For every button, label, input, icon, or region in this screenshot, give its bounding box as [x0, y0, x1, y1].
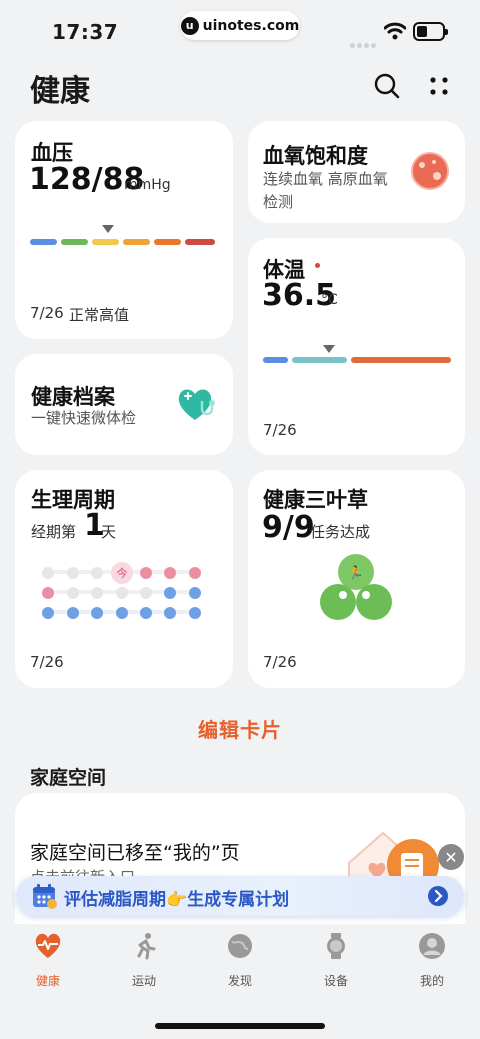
site-logo-icon: u [180, 16, 199, 35]
edit-cards-link[interactable]: 编辑卡片 [0, 714, 480, 743]
period-prefix: 经期第 [31, 523, 77, 541]
calendar-dot [140, 587, 152, 599]
blood-pressure-range-bar [30, 239, 215, 245]
tab-exercise[interactable]: 运动 [114, 932, 174, 989]
clover-value: 9/9 [262, 510, 315, 545]
calendar-dot [164, 607, 176, 619]
calendar-dot [116, 587, 128, 599]
family-space-card[interactable]: 家庭空间已移至“我的”页 点击前往新入口 [15, 793, 465, 943]
family-section-title: 家庭空间 [30, 767, 107, 789]
chevron-right-icon[interactable] [428, 886, 448, 906]
calendar-dot [189, 587, 201, 599]
clover-icon: 🏃 [320, 554, 392, 620]
blood-oxygen-card[interactable]: 血氧饱和度 连续血氧 高原血氧 检测 [248, 121, 465, 223]
heart-pulse-icon [35, 933, 61, 958]
status-bar: 17:37 u uinotes.com [0, 0, 480, 60]
heart-stethoscope-icon [178, 389, 215, 420]
blood-pressure-unit: mmHg [124, 177, 171, 193]
health-record-card[interactable]: 健康档案 一键快速微体检 [15, 354, 233, 455]
calendar-icon [33, 884, 57, 909]
blood-oxygen-desc: 连续血氧 高原血氧 [263, 170, 388, 188]
temperature-card[interactable]: 体温 36.5 °C 7/26 [248, 238, 465, 455]
family-message: 家庭空间已移至“我的”页 [30, 842, 240, 864]
calendar-dot [91, 607, 103, 619]
new-indicator-dot [315, 263, 320, 268]
planet-icon [228, 934, 252, 958]
tab-me[interactable]: 我的 [402, 932, 462, 989]
calendar-dot [189, 607, 201, 619]
close-icon[interactable]: ✕ [438, 844, 464, 870]
health-clover-card[interactable]: 健康三叶草 9/9 任务达成 🏃 7/26 [248, 470, 465, 688]
calendar-dot [42, 587, 54, 599]
card-date: 7/26 [263, 421, 297, 439]
blood-pressure-card[interactable]: 血压 128/88 mmHg 7/26 正常高值 [15, 121, 233, 339]
blood-pressure-status: 正常高值 [69, 306, 130, 324]
tab-health[interactable]: 健康 [18, 932, 78, 989]
tab-label: 运动 [131, 974, 156, 988]
home-indicator [155, 1023, 325, 1029]
search-icon[interactable] [372, 71, 402, 101]
calendar-dot [116, 607, 128, 619]
calendar-dot [67, 607, 79, 619]
calendar-dot [42, 607, 54, 619]
site-url: uinotes.com [202, 17, 300, 34]
card-date: 7/26 [30, 304, 64, 322]
clover-desc: 任务达成 [310, 523, 371, 541]
blood-drop-icon [411, 152, 449, 190]
page-title: 健康 [30, 74, 90, 109]
tab-label: 我的 [419, 974, 444, 988]
tab-discover[interactable]: 发现 [210, 932, 270, 989]
svg-text:🏃: 🏃 [348, 565, 364, 581]
watch-icon [327, 933, 345, 959]
calendar-dot [164, 567, 176, 579]
temperature-range-bar [263, 357, 451, 363]
calendar-dot [164, 587, 176, 599]
today-marker: 今 [111, 562, 133, 584]
promo-banner[interactable]: 评估减脂周期👉生成专属计划 [16, 876, 464, 916]
calendar-dot [42, 567, 54, 579]
more-grid-icon[interactable] [425, 72, 453, 100]
tab-label: 健康 [35, 974, 60, 988]
tab-label: 发现 [227, 974, 252, 988]
range-pointer-icon [102, 225, 114, 233]
calendar-dot [67, 587, 79, 599]
running-icon [137, 933, 156, 960]
tab-devices[interactable]: 设备 [306, 932, 366, 989]
calendar-dot [67, 567, 79, 579]
card-date: 7/26 [30, 653, 64, 671]
bottom-tab-bar: 健康 运动 发现 设备 我的 [0, 924, 480, 1039]
calendar-dot [189, 567, 201, 579]
calendar-dot [91, 587, 103, 599]
card-title: 血氧饱和度 [263, 144, 368, 168]
temperature-unit: °C [321, 292, 338, 308]
status-time: 17:37 [52, 20, 119, 44]
calendar-dot [91, 567, 103, 579]
calendar-dot [140, 567, 152, 579]
card-date: 7/26 [263, 653, 297, 671]
tab-label: 设备 [323, 974, 348, 988]
person-icon [419, 933, 445, 959]
range-pointer-icon [323, 345, 335, 353]
cellular-signal-icon [350, 33, 378, 52]
blood-oxygen-desc-2: 检测 [263, 193, 294, 211]
period-card[interactable]: 生理周期 经期第 1 天 今 7/26 [15, 470, 233, 688]
banner-text: 评估减脂周期👉生成专属计划 [64, 890, 290, 910]
battery-icon [413, 22, 448, 41]
calendar-dot [140, 607, 152, 619]
period-suffix: 天 [101, 523, 117, 541]
url-pill: u uinotes.com [180, 11, 300, 40]
health-record-desc: 一键快速微体检 [31, 409, 137, 427]
wifi-icon [384, 22, 406, 40]
